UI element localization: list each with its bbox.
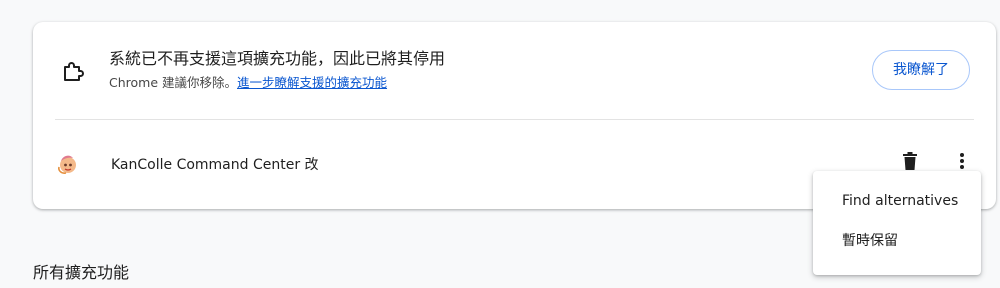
warning-subtitle: Chrome 建議你移除。進一步瞭解支援的擴充功能 xyxy=(109,74,387,92)
learn-more-link[interactable]: 進一步瞭解支援的擴充功能 xyxy=(237,75,387,90)
kancolle-extension-icon xyxy=(56,152,80,176)
menu-item-find-alternatives[interactable]: Find alternatives xyxy=(813,181,981,221)
divider xyxy=(55,119,974,120)
puzzle-piece-icon xyxy=(60,58,86,84)
warning-subtitle-text: Chrome 建議你移除。 xyxy=(109,75,238,90)
extensions-page: 系統已不再支援這項擴充功能，因此已將其停用 Chrome 建議你移除。進一步瞭解… xyxy=(0,0,1000,288)
warning-title: 系統已不再支援這項擴充功能，因此已將其停用 xyxy=(109,49,446,68)
got-it-button[interactable]: 我瞭解了 xyxy=(872,50,970,90)
more-actions-menu: Find alternatives 暫時保留 xyxy=(813,171,981,275)
menu-item-keep-for-now[interactable]: 暫時保留 xyxy=(813,221,981,261)
all-extensions-heading: 所有擴充功能 xyxy=(33,263,130,282)
extension-name: KanColle Command Center 改 xyxy=(111,157,319,173)
